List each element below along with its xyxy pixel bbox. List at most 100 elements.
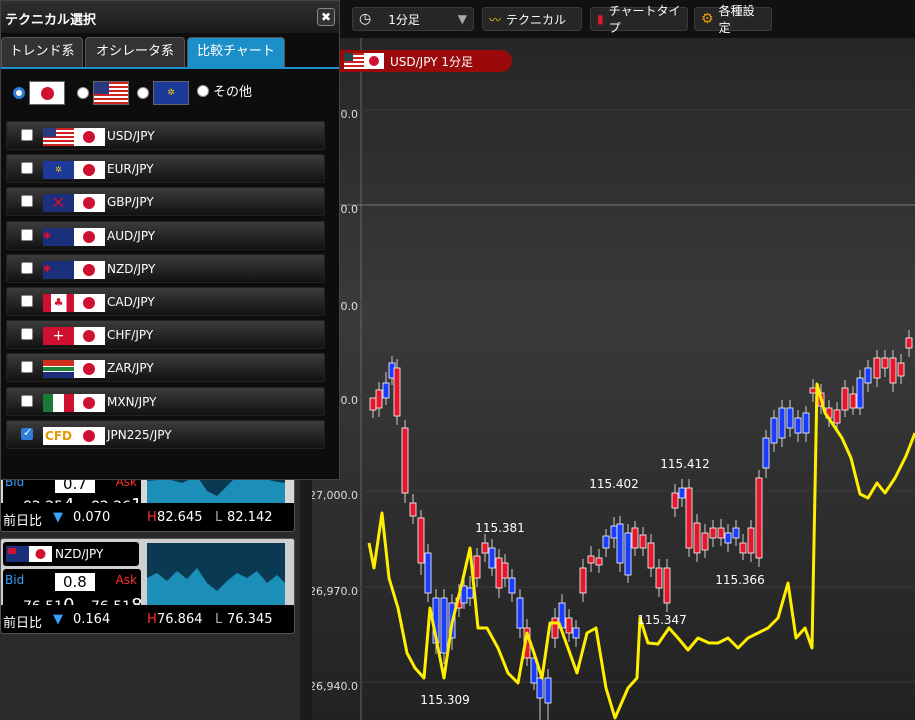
pair-row-au[interactable]: ✱ AUD/JPY [6,220,325,250]
high-label: H [147,510,157,525]
flag-nz-union [8,548,16,554]
candle-up [417,517,425,564]
nz-flag-icon: ✱ [43,260,74,279]
price-annotation: 115.381 [475,521,525,535]
quote-tile-nzd[interactable]: NZD/JPY Bid 0.8 Ask 76.510 76.518 前日比 ▼ … [0,538,295,634]
candle-down [724,532,732,544]
currency-option-usd[interactable] [77,81,129,105]
za-flag-icon [43,360,74,379]
currency-option-eur[interactable]: ✲ [137,81,189,105]
candle-up [739,542,747,554]
price-annotation: 115.366 [715,573,765,587]
candle-down [864,367,872,384]
flag-pair-za-jp-icon [43,360,105,379]
candle-down [770,417,778,444]
pair-checkbox[interactable] [21,261,33,274]
pair-label: USD/JPY [107,129,155,143]
candle-down [544,677,552,704]
pair-row-ch[interactable]: + CHF/JPY [6,320,325,350]
radio-other[interactable] [197,84,209,97]
flag-pair-ch-jp-icon: + [43,327,105,346]
candle-down [856,377,864,409]
us-jp-flag-icon [344,53,384,69]
pair-row-za[interactable]: ZAR/JPY [6,353,325,383]
price-chart[interactable]: 20.000.050.030.027,000.026,970.026,940.0… [312,38,915,720]
candle-up [701,532,709,551]
candle-up [873,357,881,379]
pair-checkbox[interactable] [21,361,33,374]
dialog-title-bar[interactable]: テクニカル選択 [1,1,339,33]
candle-up [647,542,655,569]
radio-jpy[interactable] [13,87,25,99]
candle-down [610,525,618,539]
tab-label: トレンド系 [9,44,75,59]
change-value: 0.070 [73,510,111,525]
candle-up [473,555,481,579]
radio-usd[interactable] [77,87,89,99]
close-button[interactable]: ✖ [317,8,335,26]
candle-up [587,555,595,564]
pair-checkbox[interactable] [21,394,33,407]
tab-trend[interactable]: トレンド系 [1,37,83,67]
jp-flag-icon [29,81,65,105]
tab-comparison[interactable]: 比較チャート [187,37,285,67]
pair-row-ca[interactable]: ♣ CAD/JPY [6,287,325,316]
clock-chart-icon: ◷ [359,11,372,27]
flag-pair-cfd-jp-icon: CFD [43,426,105,445]
comparison-line [367,382,915,720]
radio-eur[interactable] [137,87,149,99]
flag-us-stripe [344,61,364,63]
jp-flag-icon [74,161,105,180]
candle-down [678,487,686,499]
ca-flag-icon: ♣ [43,294,74,312]
pair-checkbox[interactable] [21,328,33,341]
flag-pair-us-jp-icon [43,128,105,146]
candle-up [481,542,489,554]
jp-flag-icon [74,194,105,213]
pair-checkbox[interactable] [21,295,33,307]
chart-symbol-label: USD/JPY 1分足 [390,54,473,69]
pair-row-us[interactable]: USD/JPY [6,121,325,150]
pair-row-mx[interactable]: MXN/JPY [6,386,325,416]
eu-flag-icon: ✲ [153,81,189,105]
pair-checkbox[interactable] [21,129,33,141]
candle-down [424,552,432,594]
pair-row-gb[interactable]: ✕ GBP/JPY [6,187,325,217]
change-value: 0.164 [73,612,111,627]
currency-option-other[interactable]: その他 [197,81,252,100]
mx-flag-icon [43,393,74,412]
high-label: H [147,612,157,627]
line-wave-icon: 〰 [489,12,502,27]
low-label: L [215,510,223,525]
pair-row-nz[interactable]: ✱ NZD/JPY [6,253,325,283]
pair-checkbox[interactable] [21,228,33,241]
low-value: 82.142 [227,510,273,525]
candle-up [595,557,603,566]
candle-down [762,437,770,469]
change-down-icon: ▼ [53,510,63,525]
tab-label: オシレータ系 [95,44,174,59]
pair-checkbox[interactable] [21,162,33,175]
candle-up [671,492,679,509]
candle-down [802,412,810,434]
settings-button[interactable]: ⚙ 各種設定 [694,4,772,35]
pair-checkbox[interactable] [21,195,33,208]
chevron-down-icon[interactable]: ▼ [458,12,467,26]
ch-flag-icon: + [43,327,74,346]
flag-jp-disc [41,87,54,100]
technical-button[interactable]: 〰 テクニカル [482,7,582,31]
candle-up [655,567,663,589]
candle-up [375,389,383,409]
dialog-title: テクニカル選択 [5,13,97,28]
pair-row-eu[interactable]: ✲ EUR/JPY [6,154,325,184]
pair-row-cfd[interactable]: CFD JPN225/JPY [6,419,325,449]
chart-type-button[interactable]: ▮ チャートタイプ [590,4,688,35]
interval-selector[interactable]: ◷ 1分足 ▼ [352,7,474,31]
y-tick-label: 27,000.0 [312,489,358,502]
flag-pair-svg [6,546,52,562]
currency-option-jpy[interactable] [13,81,65,105]
quote-pair-header[interactable]: NZD/JPY [3,542,139,566]
tab-oscillator[interactable]: オシレータ系 [85,37,185,67]
y-tick-label: 26,970.0 [312,585,358,598]
pair-checkbox[interactable] [21,426,33,440]
